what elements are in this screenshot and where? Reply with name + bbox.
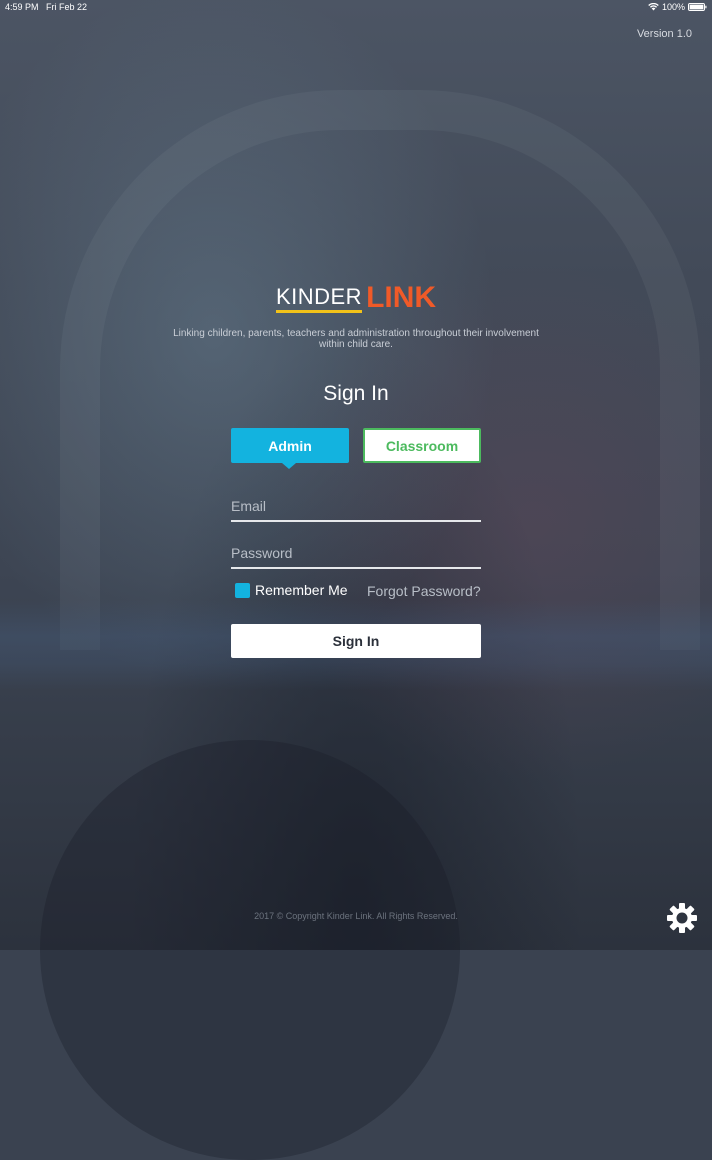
email-field[interactable] bbox=[231, 492, 481, 522]
status-bar: 4:59 PM Fri Feb 22 100% bbox=[0, 0, 712, 14]
password-field[interactable] bbox=[231, 539, 481, 569]
wifi-icon bbox=[648, 3, 659, 11]
page-title: Sign In bbox=[323, 382, 389, 405]
logo-link-text: LINK bbox=[366, 281, 437, 314]
sign-in-button[interactable]: Sign In bbox=[231, 624, 481, 658]
gear-icon[interactable] bbox=[666, 902, 698, 934]
remember-me-label: Remember Me bbox=[255, 582, 348, 598]
background-shadow bbox=[40, 740, 460, 1160]
checkbox-checked-icon[interactable] bbox=[235, 582, 250, 598]
version-label: Version 1.0 bbox=[636, 28, 692, 40]
remember-me-checkbox[interactable]: Remember Me bbox=[235, 582, 348, 598]
status-time-date: 4:59 PM Fri Feb 22 bbox=[5, 2, 88, 12]
logo-kinder-text: KINDER bbox=[275, 285, 363, 313]
background-photo bbox=[0, 0, 712, 1160]
copyright-text: 2017 © Copyright Kinder Link. All Rights… bbox=[254, 911, 458, 921]
battery-percent: 100% bbox=[661, 2, 685, 12]
battery-icon bbox=[688, 3, 707, 11]
forgot-password-link[interactable]: Forgot Password? bbox=[367, 583, 481, 599]
role-classroom-button[interactable]: Classroom bbox=[363, 428, 481, 463]
status-indicators: 100% bbox=[648, 2, 707, 12]
role-admin-button[interactable]: Admin bbox=[231, 428, 349, 469]
kinderlink-logo: KINDER LINK bbox=[0, 283, 712, 313]
tagline: Linking children, parents, teachers and … bbox=[173, 328, 539, 350]
